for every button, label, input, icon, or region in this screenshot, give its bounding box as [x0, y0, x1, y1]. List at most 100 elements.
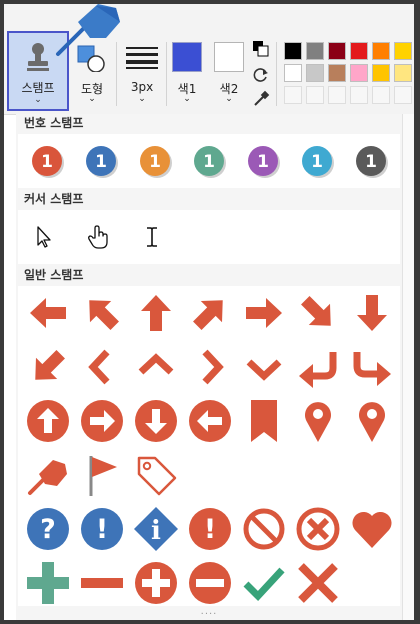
circle-arrow-left-icon: [189, 400, 231, 442]
toolbar-separator: [276, 42, 277, 106]
stamp-exclamation-red[interactable]: !: [184, 503, 236, 555]
number-stamp[interactable]: 1: [76, 135, 128, 187]
number-stamp[interactable]: 1: [184, 135, 236, 187]
stamp-location-pin-2[interactable]: [346, 395, 398, 447]
stamp-circle-x[interactable]: [292, 503, 344, 555]
color2-swatch: [214, 42, 244, 72]
stamp-circle-arrow-down[interactable]: [130, 395, 182, 447]
x-icon: [298, 563, 338, 603]
stamp-checkmark[interactable]: [238, 557, 290, 609]
number-stamp[interactable]: 1: [22, 135, 74, 187]
heart-icon: [352, 511, 392, 548]
plus-icon: [27, 562, 69, 604]
stamp-chevron-up[interactable]: [130, 341, 182, 393]
stamp-window: 스탬프 ⌄ 도형 ⌄ 3px ⌄ 색1 ⌄ 색2 ⌄ 번호 스탬프 커서 스탬프…: [4, 4, 414, 620]
palette-swatch[interactable]: [350, 64, 368, 82]
palette-swatch[interactable]: [372, 42, 390, 60]
stamp-minus[interactable]: [76, 557, 128, 609]
arrow-up-right-icon: [193, 300, 223, 330]
default-colors-icon[interactable]: [252, 40, 270, 58]
palette-swatch[interactable]: [284, 42, 302, 60]
stamp-arrow-right[interactable]: [238, 287, 290, 339]
stamp-circle-minus[interactable]: [184, 557, 236, 609]
return-arrow-icon: [299, 352, 337, 388]
stamp-location-pin[interactable]: [292, 395, 344, 447]
line-size-button[interactable]: 3px ⌄: [120, 42, 164, 108]
color1-button[interactable]: 색1 ⌄: [168, 42, 208, 108]
arrow-left-icon: [30, 298, 66, 328]
cursor-arrow-icon: [37, 226, 51, 248]
stamp-tag[interactable]: [130, 449, 182, 501]
palette-swatch[interactable]: [284, 64, 302, 82]
palette-swatch[interactable]: [328, 42, 346, 60]
cursor-stamp-text[interactable]: [126, 211, 178, 263]
number-stamp[interactable]: 1: [346, 135, 398, 187]
stamp-arrow-down[interactable]: [346, 287, 398, 339]
number-stamp[interactable]: 1: [130, 135, 182, 187]
stamp-chevron-left[interactable]: [76, 341, 128, 393]
shape-icon: [77, 45, 105, 72]
palette-swatch[interactable]: [394, 42, 412, 60]
number-stamp-text: 1: [257, 152, 269, 172]
color2-button[interactable]: 색2 ⌄: [210, 42, 250, 108]
circle-arrow-down-icon: [135, 400, 177, 442]
stamp-exclamation-blue[interactable]: !: [76, 503, 128, 555]
palette-swatch-empty[interactable]: [372, 86, 390, 104]
chevron-down-icon: [246, 359, 282, 381]
svg-text:!: !: [96, 514, 108, 545]
stamp-arrow-up-right[interactable]: [184, 287, 236, 339]
chevron-right-icon: [202, 349, 224, 385]
stamp-circle-arrow-up[interactable]: [22, 395, 74, 447]
scrollbar[interactable]: [402, 114, 414, 620]
cursor-stamp-arrow[interactable]: [18, 211, 70, 263]
stamp-turn-arrow[interactable]: [346, 341, 398, 393]
stamp-pushpin[interactable]: [22, 449, 74, 501]
palette-swatch-empty[interactable]: [350, 86, 368, 104]
stamp-arrow-left[interactable]: [22, 287, 74, 339]
stamp-chevron-right[interactable]: [184, 341, 236, 393]
stamp-bookmark[interactable]: [238, 395, 290, 447]
palette-swatch[interactable]: [328, 64, 346, 82]
stamp-question[interactable]: ?: [22, 503, 74, 555]
flag-icon: [89, 456, 117, 496]
stamp-arrow-down-left[interactable]: [22, 341, 74, 393]
palette-swatch-empty[interactable]: [306, 86, 324, 104]
stamp-x[interactable]: [292, 557, 344, 609]
arrow-down-right-icon: [301, 296, 331, 326]
palette-swatch-empty[interactable]: [394, 86, 412, 104]
svg-text:?: ?: [40, 514, 56, 545]
section-header-cursor: 커서 스탬프: [24, 192, 84, 206]
shape-button[interactable]: 도형 ⌄: [72, 42, 112, 108]
stamp-return-arrow[interactable]: [292, 341, 344, 393]
palette-swatch-empty[interactable]: [328, 86, 346, 104]
palette-swatch[interactable]: [306, 64, 324, 82]
stamp-heart[interactable]: [346, 503, 398, 555]
stamp-arrow-up-left[interactable]: [76, 287, 128, 339]
info-icon: i: [134, 507, 178, 551]
stamp-circle-arrow-right[interactable]: [76, 395, 128, 447]
stamp-prohibited[interactable]: [238, 503, 290, 555]
stamp-plus[interactable]: [22, 557, 74, 609]
stamp-chevron-down[interactable]: [238, 341, 290, 393]
stamp-arrow-up[interactable]: [130, 287, 182, 339]
stamp-circle-plus[interactable]: [130, 557, 182, 609]
chevron-down-icon: ⌄: [34, 95, 42, 105]
number-stamp[interactable]: 1: [238, 135, 290, 187]
stamp-circle-arrow-left[interactable]: [184, 395, 236, 447]
cursor-stamp-hand[interactable]: [72, 211, 124, 263]
turn-arrow-icon: [353, 352, 391, 386]
stamp-panel: 번호 스탬프 커서 스탬프 일반 스탬프 1 1 1 1 1 1 1?! i! ....: [16, 114, 402, 620]
stamp-flag[interactable]: [76, 449, 128, 501]
number-stamp-icon: 1: [356, 146, 388, 178]
eyedropper-icon[interactable]: [252, 90, 270, 108]
palette-swatch[interactable]: [372, 64, 390, 82]
palette-swatch[interactable]: [350, 42, 368, 60]
palette-swatch[interactable]: [394, 64, 412, 82]
number-stamp[interactable]: 1: [292, 135, 344, 187]
palette-swatch[interactable]: [306, 42, 324, 60]
swap-colors-icon[interactable]: [252, 66, 270, 84]
stamp-info[interactable]: i: [130, 503, 182, 555]
palette-swatch-empty[interactable]: [284, 86, 302, 104]
stamp-button-label: 스탬프: [21, 81, 55, 95]
stamp-arrow-down-right[interactable]: [292, 287, 344, 339]
